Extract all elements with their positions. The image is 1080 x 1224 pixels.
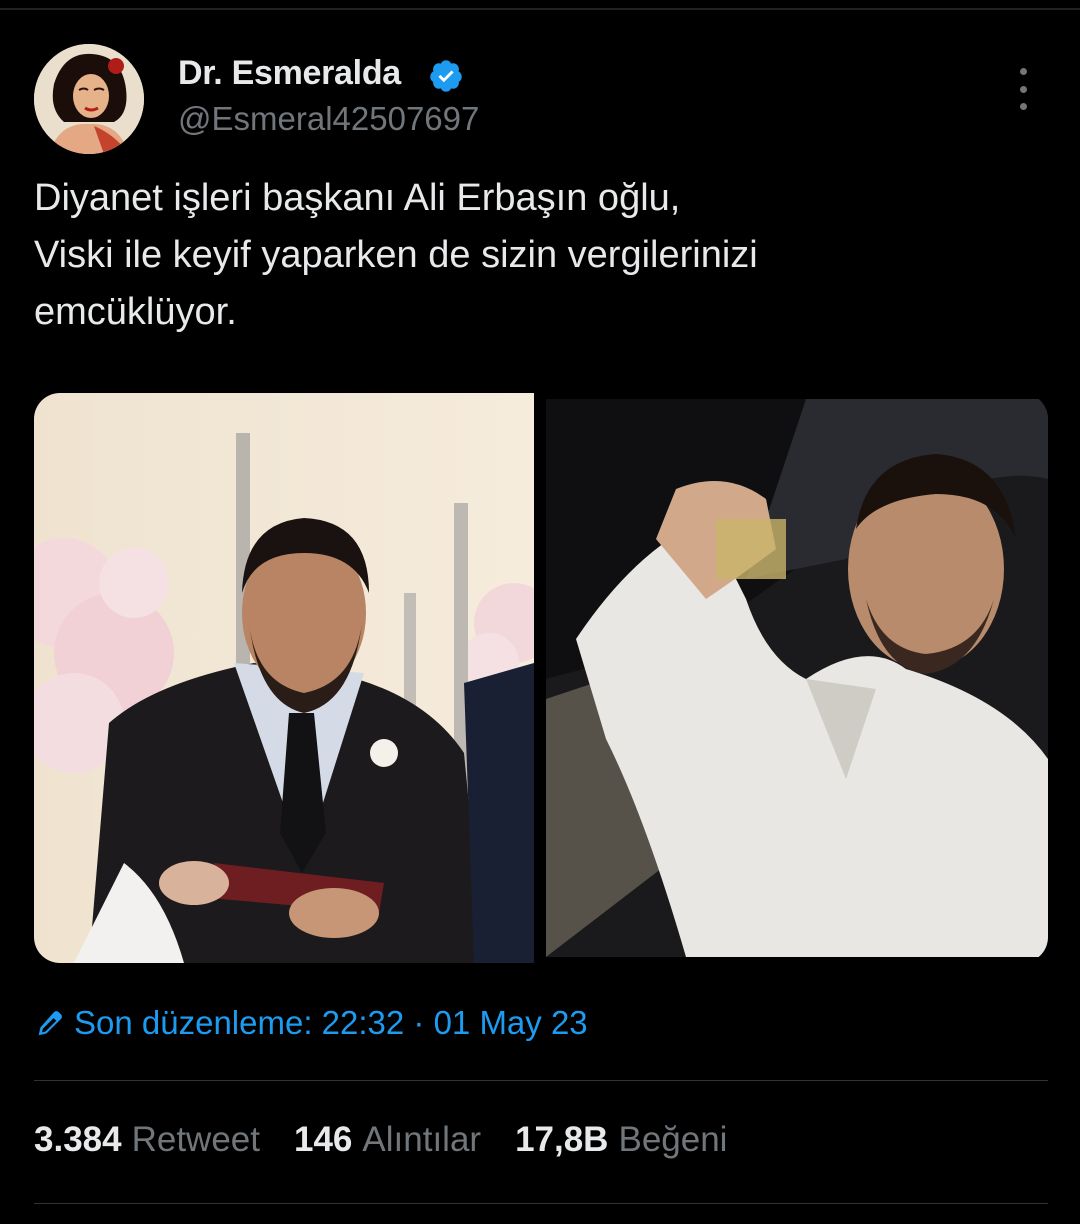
tweet-text-line: Viski ile keyif yaparken de sizin vergil… [34, 234, 758, 276]
edited-text: Son düzenleme: 22:32 · 01 May 23 [74, 1004, 588, 1041]
divider [34, 1203, 1048, 1204]
media-photo-1[interactable] [34, 393, 534, 963]
more-options-icon[interactable] [1008, 68, 1038, 110]
verified-badge-icon[interactable] [428, 58, 464, 94]
author-handle[interactable]: @Esmeral42507697 [178, 100, 479, 138]
tweet-text: Diyanet işleri başkanı Ali Erbaşın oğlu,… [34, 170, 1034, 341]
divider [34, 1080, 1048, 1081]
top-divider [0, 8, 1080, 10]
wedding-photo-image [34, 393, 534, 963]
stat-label: Alıntılar [362, 1120, 482, 1159]
tweet-media [34, 393, 1048, 963]
stat-value: 17,8B [515, 1120, 609, 1159]
quote-count[interactable]: 146 Alıntılar [294, 1120, 481, 1160]
display-name[interactable]: Dr. Esmeralda [178, 54, 401, 93]
more-dot [1019, 68, 1027, 75]
car-photo-image [546, 399, 1048, 957]
tweet-text-line: emcüklüyor. [34, 291, 237, 333]
more-dot [1019, 103, 1027, 110]
stat-label: Retweet [131, 1120, 260, 1159]
like-count[interactable]: 17,8B Beğeni [515, 1120, 727, 1160]
avatar-portrait-icon [34, 44, 144, 154]
author-avatar[interactable] [34, 44, 144, 154]
media-photo-2[interactable] [546, 399, 1048, 957]
engagement-stats: 3.384 Retweet 146 Alıntılar 17,8B Beğeni [34, 1120, 761, 1160]
more-dot [1019, 85, 1027, 93]
stat-value: 3.384 [34, 1120, 122, 1159]
stat-label: Beğeni [618, 1120, 728, 1159]
stat-value: 146 [294, 1120, 353, 1159]
pencil-icon [38, 1011, 62, 1036]
tweet-text-line: Diyanet işleri başkanı Ali Erbaşın oğlu, [34, 177, 681, 219]
retweet-count[interactable]: 3.384 Retweet [34, 1120, 260, 1160]
edited-link[interactable]: Son düzenleme: 22:32 · 01 May 23 [34, 1004, 588, 1042]
